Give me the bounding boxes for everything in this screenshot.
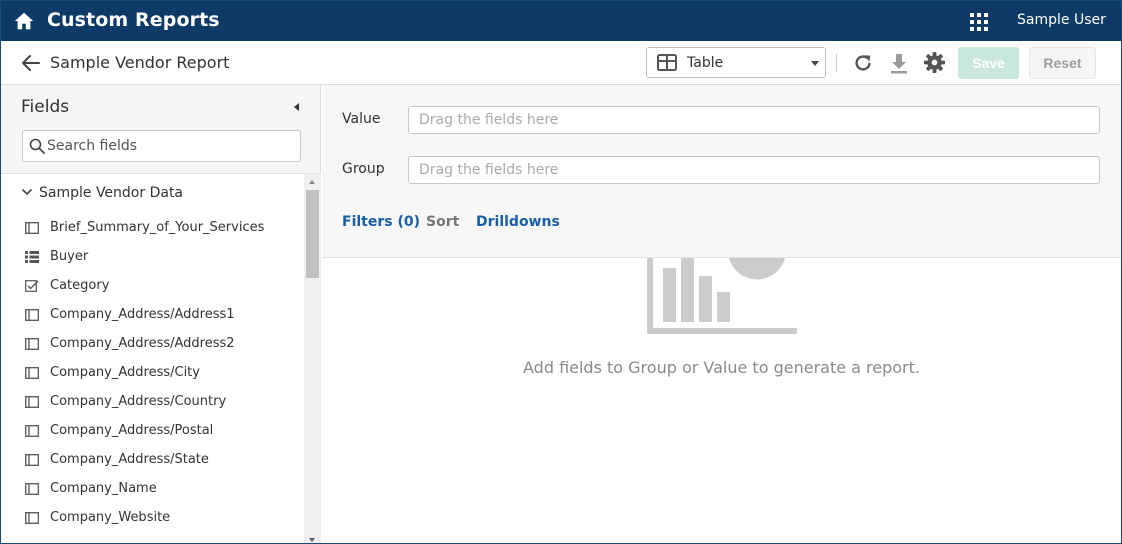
chevron-down-icon xyxy=(21,188,33,196)
chevron-down-icon xyxy=(811,61,819,66)
fields-sidebar: Fields Sample Vendor Data Brief_Summary_… xyxy=(1,85,321,543)
list-item[interactable]: Buyer xyxy=(25,247,295,269)
field-label: Brief_Summary_of_Your_Services xyxy=(50,220,265,235)
text-field-icon xyxy=(25,222,39,234)
group-drop-zone[interactable] xyxy=(408,156,1100,184)
list-item[interactable]: Category xyxy=(25,276,295,298)
text-field-icon xyxy=(25,425,39,437)
report-canvas: Value Group Filters (0) Sort Drilldowns xyxy=(322,85,1121,543)
toolbar-divider xyxy=(836,54,837,72)
tab-sort[interactable]: Sort xyxy=(426,214,459,230)
view-type-select[interactable]: Table xyxy=(646,47,826,78)
tab-filters[interactable]: Filters (0) xyxy=(342,214,420,230)
back-arrow-icon[interactable] xyxy=(21,53,41,73)
value-drop-input[interactable] xyxy=(419,111,1079,129)
home-icon[interactable] xyxy=(13,10,35,32)
list-item[interactable]: Company_Address/Address1 xyxy=(25,305,295,327)
list-item[interactable]: Company_Address/Country xyxy=(25,392,295,414)
text-field-icon xyxy=(25,367,39,379)
view-select-value: Table xyxy=(687,55,724,71)
reset-button[interactable]: Reset xyxy=(1029,47,1096,79)
field-label: Company_Address/State xyxy=(50,452,209,467)
tab-drilldowns[interactable]: Drilldowns xyxy=(476,214,560,230)
download-icon[interactable] xyxy=(889,52,909,74)
report-config-panel: Value Group Filters (0) Sort Drilldowns xyxy=(322,85,1121,258)
field-label: Company_Address/Address1 xyxy=(50,307,235,322)
text-field-icon xyxy=(25,309,39,321)
collapse-sidebar-icon[interactable] xyxy=(294,103,299,111)
field-label: Company_Address/City xyxy=(50,365,200,380)
list-field-icon xyxy=(25,251,39,263)
app-window: Custom Reports Sample User Sample Vendor… xyxy=(0,0,1122,544)
report-header: Sample Vendor Report Table Save Reset xyxy=(1,41,1121,85)
field-label: Company_Address/Postal xyxy=(50,423,214,438)
checkbox-field-icon xyxy=(25,280,39,292)
empty-chart-illustration-icon xyxy=(647,258,797,334)
field-label: Buyer xyxy=(50,249,89,264)
field-label: Company_Address/Address2 xyxy=(50,336,235,351)
value-label: Value xyxy=(342,111,381,127)
table-icon xyxy=(657,54,677,71)
search-fields-input[interactable] xyxy=(47,135,297,157)
field-label: Company_Name xyxy=(50,481,157,496)
fields-scrollbar[interactable] xyxy=(304,174,321,543)
apps-grid-icon[interactable] xyxy=(970,13,988,31)
scrollbar-thumb[interactable] xyxy=(306,190,319,278)
scroll-up-arrow-icon[interactable] xyxy=(309,180,315,184)
list-item[interactable]: Company_Name xyxy=(25,479,295,501)
search-icon xyxy=(29,138,45,154)
field-group-label: Sample Vendor Data xyxy=(39,185,184,201)
text-field-icon xyxy=(25,454,39,466)
text-field-icon xyxy=(25,396,39,408)
list-item[interactable]: Company_Website xyxy=(25,508,295,530)
user-menu[interactable]: Sample User xyxy=(1017,12,1106,28)
list-item[interactable]: Company_Address/Address2 xyxy=(25,334,295,356)
list-item[interactable]: Company_Address/State xyxy=(25,450,295,472)
report-title: Sample Vendor Report xyxy=(50,53,230,72)
fields-title: Fields xyxy=(21,97,70,117)
refresh-icon[interactable] xyxy=(852,52,874,74)
text-field-icon xyxy=(25,338,39,350)
field-label: Company_Address/Country xyxy=(50,394,227,409)
group-drop-input[interactable] xyxy=(419,161,1079,179)
app-title: Custom Reports xyxy=(47,9,220,31)
text-field-icon xyxy=(25,512,39,524)
group-label: Group xyxy=(342,161,385,177)
save-button[interactable]: Save xyxy=(958,47,1019,79)
value-drop-zone[interactable] xyxy=(408,106,1100,134)
search-field-box xyxy=(22,130,301,162)
scroll-down-arrow-icon[interactable] xyxy=(309,538,315,542)
field-label: Company_Website xyxy=(50,510,171,525)
list-item[interactable]: Brief_Summary_of_Your_Services xyxy=(25,218,295,240)
top-bar: Custom Reports Sample User xyxy=(1,1,1121,41)
field-label: Category xyxy=(50,278,110,293)
list-item[interactable]: Company_Address/Postal xyxy=(25,421,295,443)
text-field-icon xyxy=(25,483,39,495)
empty-state-message: Add fields to Group or Value to generate… xyxy=(523,358,920,377)
list-item[interactable]: Company_Address/City xyxy=(25,363,295,385)
fields-list: Sample Vendor Data Brief_Summary_of_Your… xyxy=(1,173,321,543)
gear-icon[interactable] xyxy=(923,51,946,74)
